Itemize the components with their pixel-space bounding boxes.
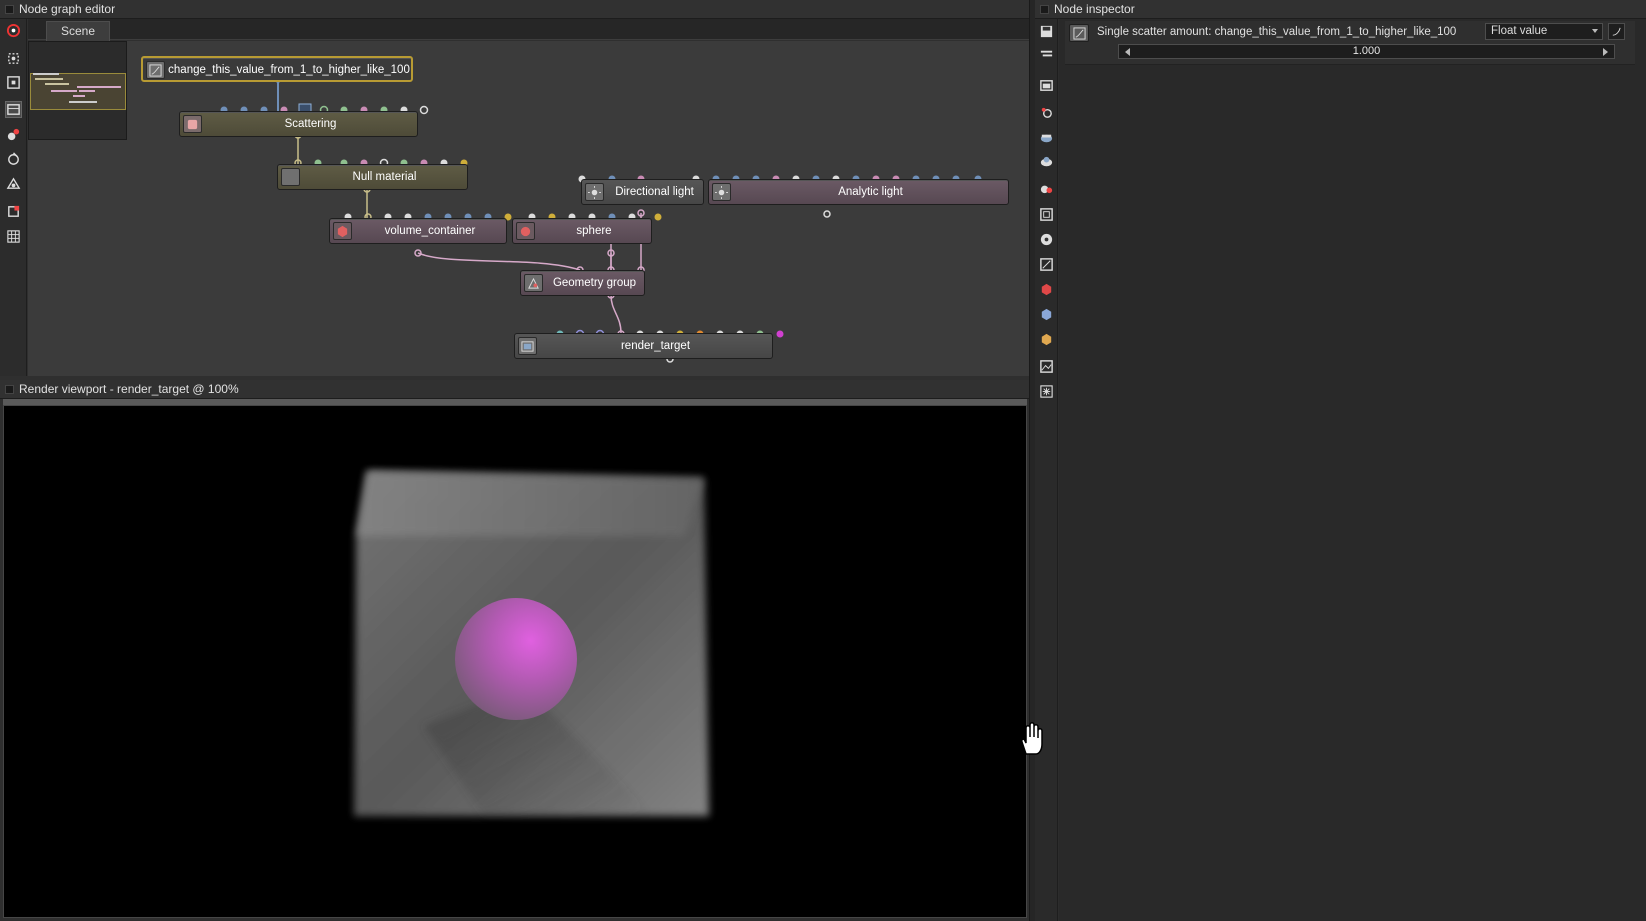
grid-icon[interactable] <box>5 228 22 245</box>
animation-icon[interactable] <box>1038 231 1055 248</box>
node-volume-container[interactable]: volume_container <box>329 218 507 244</box>
blue-cube-icon[interactable] <box>1038 306 1055 323</box>
graph-editor-title-bar: Node graph editor <box>0 0 1029 19</box>
graph-connections <box>220 75 982 363</box>
curve-icon <box>1612 27 1621 36</box>
node-label: Null material <box>352 171 417 183</box>
parameter-label: Single scatter amount: change_this_value… <box>1097 26 1457 38</box>
camera-icon[interactable] <box>1038 104 1055 121</box>
film-settings-icon[interactable] <box>1038 206 1055 223</box>
value-type-select[interactable]: Float value <box>1485 23 1603 40</box>
recenter-view-icon[interactable] <box>5 50 22 67</box>
graph-tab-bar: Scene <box>28 19 1029 41</box>
kernel-icon[interactable] <box>1038 179 1055 196</box>
tab-scene[interactable]: Scene <box>46 21 110 41</box>
float-value-icon[interactable] <box>1069 24 1089 42</box>
render-target-node-icon <box>518 337 537 355</box>
inspector-title-bar: Node inspector <box>1035 0 1646 19</box>
red-cube-icon[interactable] <box>1038 281 1055 298</box>
volume-node-icon <box>333 222 352 240</box>
value-slider[interactable]: 1.000 <box>1118 44 1615 59</box>
node-geometry-group[interactable]: Geometry group <box>520 270 645 296</box>
parameter-row: Single scatter amount: change_this_value… <box>1065 21 1635 65</box>
picture-icon[interactable] <box>1038 358 1055 375</box>
render-viewport-pane: Render viewport - render_target @ 100% <box>0 380 1029 921</box>
pane-grip-icon[interactable] <box>5 5 14 14</box>
decrement-arrow-icon[interactable] <box>1125 48 1130 56</box>
rendered-image <box>354 471 709 816</box>
pane-grip-icon[interactable] <box>1040 5 1049 14</box>
viewport-title-bar: Render viewport - render_target @ 100% <box>0 380 1029 399</box>
node-render-target[interactable]: render_target <box>514 333 773 359</box>
node-label: Scattering <box>284 118 337 130</box>
app-window: Node graph editor Scene change_this_valu… <box>0 0 1646 921</box>
orange-cube-icon[interactable] <box>1038 331 1055 348</box>
render-target-icon[interactable] <box>5 203 22 220</box>
node-label: render_target <box>620 340 691 352</box>
hand-cursor-icon <box>1021 722 1043 755</box>
node-float-value[interactable]: change_this_value_from_1_to_higher_like_… <box>141 56 413 82</box>
sphere-node-icon <box>516 222 535 240</box>
inspector-body: Single scatter amount: change_this_value… <box>1059 19 1646 921</box>
node-label: Analytic light <box>838 186 903 198</box>
node-sphere[interactable]: sphere <box>512 218 652 244</box>
scene-graph-icon[interactable] <box>5 101 22 118</box>
value-type-text: Float value <box>1491 25 1548 37</box>
visible-environment-icon[interactable] <box>1038 153 1055 170</box>
light-burst-icon[interactable] <box>1038 383 1055 400</box>
curve-button[interactable] <box>1608 23 1625 40</box>
save-icon[interactable] <box>1038 23 1055 40</box>
image-icon[interactable] <box>1038 77 1055 94</box>
rendered-sphere <box>455 598 577 720</box>
imager-icon[interactable] <box>1038 256 1055 273</box>
increment-arrow-icon[interactable] <box>1603 48 1608 56</box>
viewport-title: Render viewport - render_target @ 100% <box>19 382 239 396</box>
node-scattering[interactable]: Scattering <box>179 111 418 137</box>
node-null-material[interactable]: Null material <box>277 164 468 190</box>
node-label: Directional light <box>615 186 694 198</box>
octane-logo-icon[interactable] <box>5 22 22 39</box>
expand-icon[interactable] <box>1038 46 1055 63</box>
node-label: sphere <box>576 225 612 237</box>
inspector-toolbar <box>1035 19 1058 921</box>
graph-editor-title: Node graph editor <box>19 2 116 16</box>
scattering-node-icon <box>183 115 202 133</box>
emission-icon[interactable] <box>5 175 22 192</box>
graph-editor-toolbar <box>0 19 27 376</box>
node-label: Geometry group <box>552 277 637 289</box>
null-material-node-icon <box>281 168 300 186</box>
pane-grip-icon[interactable] <box>5 385 14 394</box>
environment-icon[interactable] <box>1038 129 1055 146</box>
inspector-title: Node inspector <box>1054 2 1135 16</box>
texture-icon[interactable] <box>5 150 22 167</box>
node-inspector-pane: Node inspector Single scatter amount: ch… <box>1035 0 1646 921</box>
node-graph-editor-pane: Node graph editor Scene change_this_valu… <box>0 0 1029 380</box>
chevron-down-icon <box>1592 29 1598 33</box>
light-node-icon <box>585 183 604 201</box>
fit-view-icon[interactable] <box>5 74 22 91</box>
material-icon[interactable] <box>5 126 22 143</box>
node-analytic-light[interactable]: Analytic light <box>708 179 1009 205</box>
geometry-group-node-icon <box>524 274 543 292</box>
node-directional-light[interactable]: Directional light <box>581 179 704 205</box>
graph-minimap[interactable] <box>28 41 127 140</box>
slider-value: 1.000 <box>1352 45 1381 57</box>
light-node-icon <box>712 183 731 201</box>
float-value-node-icon <box>146 61 165 79</box>
render-viewport-canvas[interactable] <box>3 405 1027 918</box>
node-label: volume_container <box>384 225 476 237</box>
node-label: change_this_value_from_1_to_higher_like_… <box>168 64 410 76</box>
node-graph-canvas[interactable]: change_this_value_from_1_to_higher_like_… <box>28 41 1029 376</box>
